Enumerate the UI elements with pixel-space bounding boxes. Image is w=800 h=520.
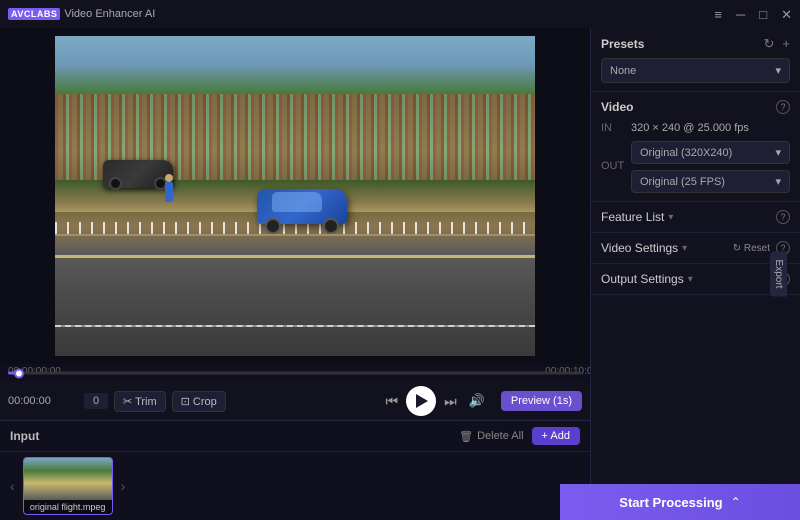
preset-dropdown[interactable]: None ▾ (601, 58, 790, 83)
feature-list-chevron-icon: ▾ (668, 212, 673, 223)
preset-value: None (610, 65, 636, 77)
app-title: Video Enhancer AI (64, 8, 155, 20)
timeline-thumb[interactable] (14, 368, 24, 378)
menu-btn[interactable]: ≡ (714, 8, 722, 21)
reset-btn[interactable]: ↻ Reset (733, 243, 770, 254)
video-thumbnail[interactable]: original flight.mpeg (23, 457, 113, 515)
in-label: IN (601, 122, 623, 134)
next-btn[interactable]: ⏭ (440, 391, 461, 412)
video-in-row: IN 320 × 240 @ 25.000 fps (601, 122, 790, 134)
add-btn[interactable]: + Add (532, 427, 580, 445)
titlebar: AVCLABS Video Enhancer AI ≡ ─ □ ✕ (0, 0, 800, 28)
fps-value: Original (25 FPS) (640, 176, 725, 188)
feature-list-header[interactable]: Feature List ▾ ? (601, 210, 790, 224)
right-panel: Presets ↻ + None ▾ Video ? IN 320 × 240 … (590, 28, 800, 520)
close-btn[interactable]: ✕ (781, 8, 792, 21)
play-icon (416, 394, 428, 408)
delete-all-btn[interactable]: 🗑 Delete All (459, 427, 523, 445)
feature-list-left: Feature List ▾ (601, 210, 673, 224)
video-frame (55, 36, 535, 356)
person-figure (165, 182, 173, 202)
input-actions: 🗑 Delete All + Add (459, 427, 580, 445)
video-settings-chevron-icon: ▾ (682, 243, 687, 254)
refresh-icon[interactable]: ↻ (764, 36, 775, 52)
video-settings-title: Video Settings (601, 241, 678, 255)
play-btn[interactable] (406, 386, 436, 416)
resolution-value: Original (320X240) (640, 147, 732, 159)
video-settings-collapsible: Video Settings ▾ ↻ Reset ? (591, 233, 800, 264)
in-value: 320 × 240 @ 25.000 fps (631, 122, 749, 134)
output-settings-header[interactable]: Output Settings ▾ ? (601, 272, 790, 286)
car-blue-wheel-front (323, 218, 339, 234)
export-tab[interactable]: Export (770, 252, 787, 297)
thumbnail-label: original flight.mpeg (24, 500, 112, 514)
video-out-row: OUT Original (320X240) ▾ Original (25 FP… (601, 139, 790, 193)
video-section-title: Video (601, 100, 633, 114)
volume-btn[interactable]: 🔊 (465, 391, 489, 411)
trash-icon: 🗑 (459, 430, 473, 443)
resolution-dropdown[interactable]: Original (320X240) ▾ (631, 141, 790, 164)
car-blue-wheel-rear (265, 218, 281, 234)
start-processing-label: Start Processing (619, 495, 722, 510)
output-settings-title: Output Settings (601, 272, 684, 286)
trim-btn[interactable]: ✂ Trim (114, 391, 166, 412)
scroll-right-arrow[interactable]: › (117, 474, 130, 498)
minimize-btn[interactable]: ─ (736, 8, 745, 21)
input-header: Input 🗑 Delete All + Add (0, 421, 590, 452)
main-container: 00:00:00:00 00:00:10:08 00:00:00 0 ✂ Tri… (0, 28, 800, 520)
start-processing-chevron-icon: ⌃ (731, 495, 741, 509)
presets-header: Presets ↻ + (601, 36, 790, 52)
video-settings-header[interactable]: Video Settings ▾ ↻ Reset ? (601, 241, 790, 255)
timeline-track[interactable] (8, 372, 582, 375)
video-section-header: Video ? (601, 100, 790, 114)
presets-title: Presets (601, 37, 644, 51)
racing-scene (55, 36, 535, 356)
feature-list-section: Feature List ▾ ? (591, 202, 800, 233)
presets-icons: ↻ + (764, 36, 791, 52)
video-area (0, 28, 590, 364)
add-preset-icon[interactable]: + (782, 36, 790, 52)
track-line-1 (55, 255, 535, 258)
fps-chevron-icon: ▾ (775, 175, 781, 188)
input-title: Input (10, 429, 39, 443)
input-scroll-area: ‹ original flight.mpeg › (0, 452, 590, 520)
scroll-left-arrow[interactable]: ‹ (6, 474, 19, 498)
left-panel: 00:00:00:00 00:00:10:08 00:00:00 0 ✂ Tri… (0, 28, 590, 520)
chevron-down-icon: ▾ (775, 64, 781, 77)
car-blue-main (257, 189, 347, 234)
maximize-btn[interactable]: □ (759, 8, 767, 21)
video-settings-left: Video Settings ▾ (601, 241, 687, 255)
playback-controls: ⏮ ⏭ 🔊 Preview (1s) (381, 386, 582, 416)
controls-bar: 00:00:00 0 ✂ Trim ⊡ Crop ⏮ ⏭ 🔊 Preview (… (0, 382, 590, 420)
output-settings-chevron-icon: ▾ (688, 274, 693, 285)
timeline-bar[interactable]: 00:00:00:00 00:00:10:08 (0, 364, 590, 382)
preview-btn[interactable]: Preview (1s) (501, 391, 582, 411)
resolution-chevron-icon: ▾ (775, 146, 781, 159)
logo-box: AVCLABS (8, 8, 60, 20)
thumbnail-preview (24, 458, 112, 500)
crop-btn[interactable]: ⊡ Crop (172, 391, 226, 412)
feature-list-help-icon[interactable]: ? (776, 210, 790, 224)
app-logo: AVCLABS Video Enhancer AI (8, 8, 155, 20)
feature-list-title: Feature List (601, 210, 664, 224)
car-dark (103, 160, 173, 190)
video-settings-section: Video ? IN 320 × 240 @ 25.000 fps OUT Or… (591, 92, 800, 202)
window-controls: ≡ ─ □ ✕ (714, 8, 792, 21)
presets-section: Presets ↻ + None ▾ (591, 28, 800, 92)
output-settings-left: Output Settings ▾ (601, 272, 693, 286)
track-line-3 (55, 325, 535, 327)
start-processing-btn[interactable]: Start Processing ⌃ (560, 484, 800, 520)
time-display: 00:00:00 (8, 395, 78, 407)
grandstand (55, 36, 535, 180)
video-help-icon[interactable]: ? (776, 100, 790, 114)
fps-dropdown[interactable]: Original (25 FPS) ▾ (631, 170, 790, 193)
video-in-out: IN 320 × 240 @ 25.000 fps OUT Original (… (601, 122, 790, 193)
output-settings-section: Output Settings ▾ ? (591, 264, 800, 295)
frame-display: 0 (84, 393, 108, 409)
out-label: OUT (601, 160, 623, 172)
input-section: Input 🗑 Delete All + Add ‹ original flig… (0, 420, 590, 520)
prev-btn[interactable]: ⏮ (381, 391, 402, 412)
car-dark-wheel-rear (109, 177, 122, 190)
